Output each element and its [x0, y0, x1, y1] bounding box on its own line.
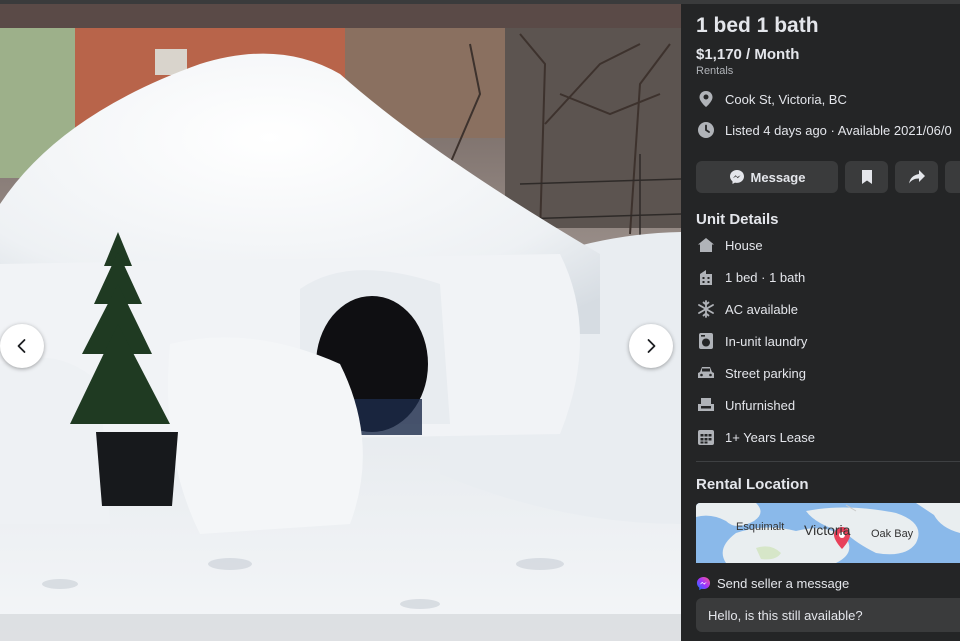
next-photo-button[interactable]	[629, 324, 673, 368]
detail-rooms-text: 1 bed · 1 bath	[725, 269, 806, 285]
send-seller-message-row: Send seller a message	[696, 576, 849, 591]
detail-laundry-text: In-unit laundry	[725, 333, 808, 349]
action-buttons: Message	[696, 161, 960, 193]
photo-viewer	[0, 4, 681, 641]
messenger-icon	[729, 170, 744, 184]
car-icon	[696, 363, 716, 383]
rental-location-map[interactable]: Esquimalt Victoria Oak Bay	[696, 503, 960, 563]
message-button[interactable]: Message	[696, 161, 838, 193]
map-label-esquimalt: Esquimalt	[736, 521, 785, 533]
detail-row-furnished: Unfurnished	[696, 394, 795, 416]
building-icon	[696, 267, 716, 287]
rental-location-heading: Rental Location	[696, 476, 809, 493]
detail-row-type: House	[696, 234, 763, 256]
listing-photo	[0, 4, 681, 641]
house-icon	[696, 235, 716, 255]
calendar-icon	[696, 427, 716, 447]
listing-title: 1 bed 1 bath	[696, 14, 819, 37]
save-button[interactable]	[845, 161, 888, 193]
chevron-left-icon	[17, 339, 26, 353]
messenger-gradient-icon	[696, 576, 711, 591]
snowflake-icon	[696, 299, 716, 319]
detail-row-lease: 1+ Years Lease	[696, 426, 815, 448]
bookmark-icon	[861, 170, 872, 184]
location-text: Cook St, Victoria, BC	[725, 91, 847, 107]
detail-row-rooms: 1 bed · 1 bath	[696, 266, 805, 288]
seller-message-input[interactable]: Hello, is this still available?	[696, 598, 960, 632]
detail-furnished-text: Unfurnished	[725, 397, 796, 413]
armchair-icon	[696, 395, 716, 415]
listing-price: $1,170 / Month	[696, 46, 800, 63]
detail-row-laundry: In-unit laundry	[696, 330, 807, 352]
detail-type-text: House	[725, 237, 763, 253]
more-options-button[interactable]	[945, 161, 960, 193]
washer-icon	[696, 331, 716, 351]
previous-photo-button[interactable]	[0, 324, 44, 368]
share-icon	[908, 170, 925, 184]
listed-row: Listed 4 days ago · Available 2021/06/0	[696, 119, 952, 141]
clock-icon	[696, 120, 716, 140]
share-button[interactable]	[895, 161, 938, 193]
listing-category-link[interactable]: Rentals	[696, 65, 733, 77]
location-row[interactable]: Cook St, Victoria, BC	[696, 88, 847, 110]
detail-row-ac: AC available	[696, 298, 798, 320]
listing-details-panel: 1 bed 1 bath $1,170 / Month Rentals Cook…	[681, 4, 960, 641]
detail-lease-text: 1+ Years Lease	[725, 429, 815, 445]
listed-text: Listed 4 days ago · Available 2021/06/0	[725, 122, 952, 138]
map-label-victoria: Victoria	[804, 522, 851, 538]
chevron-right-icon	[647, 339, 656, 353]
message-button-label: Message	[750, 169, 806, 185]
unit-details-heading: Unit Details	[696, 211, 779, 228]
location-pin-icon	[696, 89, 716, 109]
detail-ac-text: AC available	[725, 301, 798, 317]
map-label-oak-bay: Oak Bay	[871, 528, 914, 540]
detail-parking-text: Street parking	[725, 365, 806, 381]
detail-row-parking: Street parking	[696, 362, 806, 384]
send-seller-label: Send seller a message	[717, 576, 850, 591]
section-divider	[696, 461, 960, 462]
